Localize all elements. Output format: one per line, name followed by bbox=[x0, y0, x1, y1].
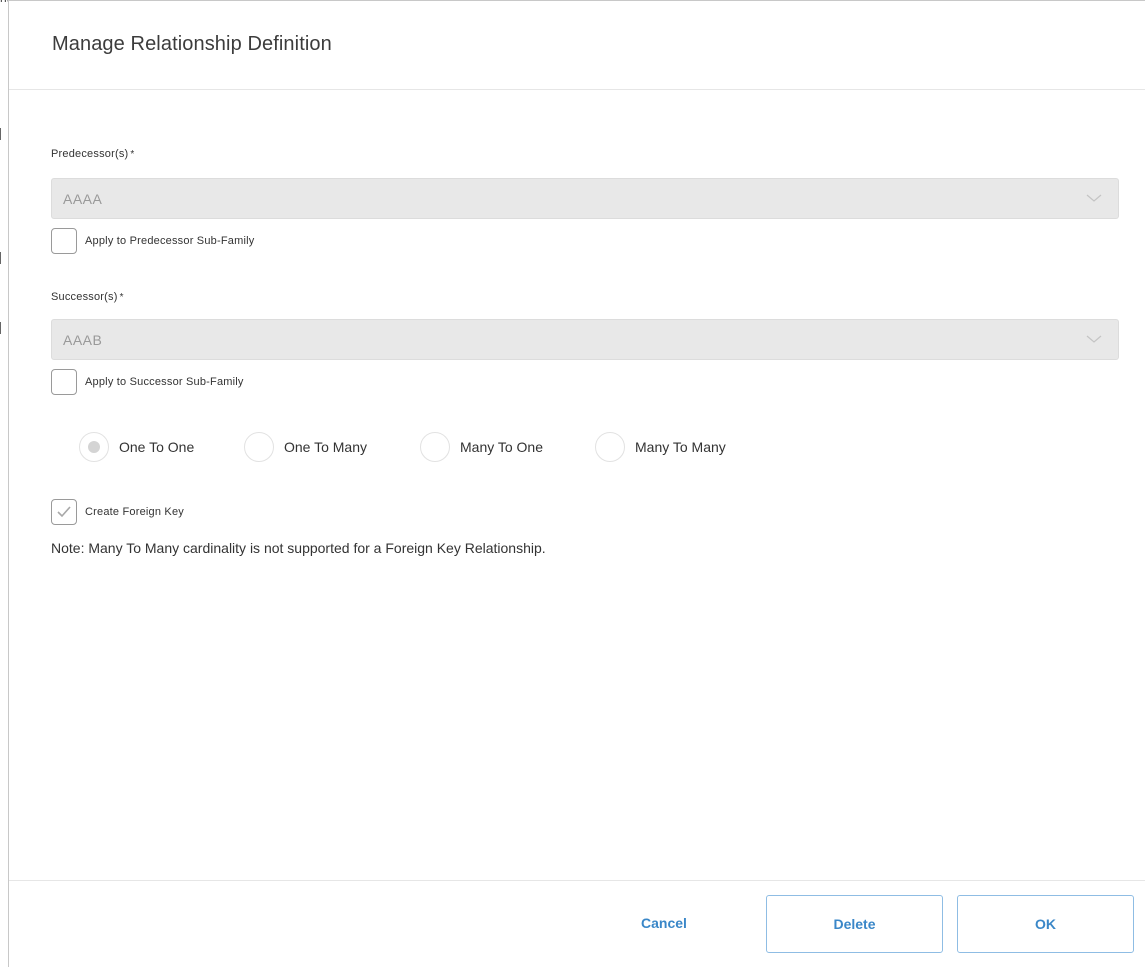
radio-label: One To Many bbox=[284, 439, 368, 455]
required-marker: * bbox=[119, 292, 124, 303]
predecessor-subfamily-checkbox[interactable] bbox=[51, 228, 77, 254]
radio-button[interactable] bbox=[420, 432, 450, 462]
predecessor-select[interactable]: AAAA bbox=[51, 178, 1119, 219]
radio-button[interactable] bbox=[595, 432, 625, 462]
checkmark-icon bbox=[57, 506, 71, 518]
radio-label: Many To One bbox=[460, 439, 544, 455]
dialog-footer: Cancel Delete OK bbox=[9, 880, 1145, 969]
create-foreign-key-checkbox[interactable] bbox=[51, 499, 77, 525]
background-window-edge bbox=[0, 252, 4, 264]
manage-relationship-dialog: Manage Relationship Definition Predecess… bbox=[8, 0, 1145, 967]
chevron-down-icon bbox=[1086, 190, 1102, 206]
successor-label: Successor(s) * bbox=[51, 291, 124, 303]
radio-label: One To One bbox=[119, 439, 195, 455]
background-window-edge bbox=[0, 322, 4, 334]
delete-button[interactable]: Delete bbox=[766, 895, 943, 953]
predecessor-subfamily-label: Apply to Predecessor Sub-Family bbox=[85, 235, 255, 247]
successor-select[interactable]: AAAB bbox=[51, 319, 1119, 360]
dialog-title: Manage Relationship Definition bbox=[52, 33, 332, 55]
radio-label: Many To Many bbox=[635, 439, 726, 455]
ok-button[interactable]: OK bbox=[957, 895, 1134, 953]
cardinality-radio-group: One To One One To Many Many To One Many … bbox=[79, 432, 879, 464]
radio-button[interactable] bbox=[244, 432, 274, 462]
predecessor-label-text: Predecessor(s) bbox=[51, 148, 129, 160]
radio-selected-dot bbox=[88, 441, 100, 453]
predecessor-label: Predecessor(s) * bbox=[51, 148, 134, 160]
predecessor-select-value: AAAA bbox=[63, 191, 103, 207]
cancel-button[interactable]: Cancel bbox=[609, 895, 719, 953]
background-window-text: ntion bbox=[0, 0, 8, 11]
chevron-down-icon bbox=[1086, 331, 1102, 347]
successor-subfamily-checkbox[interactable] bbox=[51, 369, 77, 395]
dialog-header: Manage Relationship Definition bbox=[9, 1, 1145, 90]
successor-subfamily-label: Apply to Successor Sub-Family bbox=[85, 376, 244, 388]
required-marker: * bbox=[130, 149, 135, 160]
radio-button[interactable] bbox=[79, 432, 109, 462]
successor-label-text: Successor(s) bbox=[51, 291, 118, 303]
background-window-edge bbox=[0, 128, 4, 140]
create-foreign-key-label: Create Foreign Key bbox=[85, 506, 184, 518]
foreign-key-note: Note: Many To Many cardinality is not su… bbox=[51, 540, 546, 556]
successor-select-value: AAAB bbox=[63, 332, 103, 348]
